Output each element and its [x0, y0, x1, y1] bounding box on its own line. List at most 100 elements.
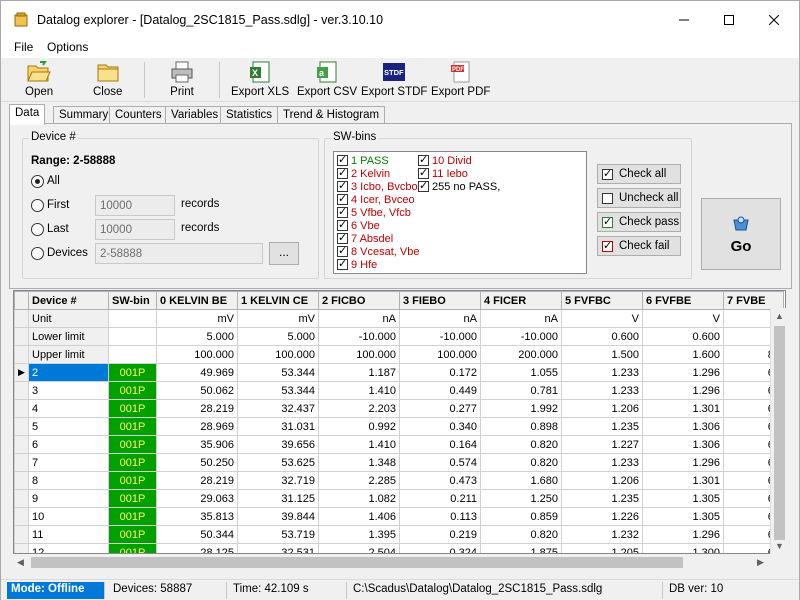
grid-cell[interactable]: 8: [28, 471, 109, 490]
grid-cell[interactable]: 1.305: [642, 507, 724, 526]
tab-statistics[interactable]: Statistics: [220, 106, 279, 124]
export-csv-button[interactable]: a Export CSV: [297, 60, 357, 100]
grid-cell[interactable]: 0.473: [399, 471, 481, 490]
row-header[interactable]: [14, 417, 29, 436]
swbin-item[interactable]: 255 no PASS,: [418, 179, 500, 193]
swbin-cell[interactable]: 001P: [108, 507, 157, 526]
grid-cell[interactable]: 39.844: [237, 507, 319, 526]
checkbox-icon[interactable]: [337, 231, 348, 244]
scroll-right-icon[interactable]: ▶: [757, 557, 764, 568]
grid-cell[interactable]: 1.306: [642, 417, 724, 436]
grid-cell[interactable]: 1.992: [480, 399, 562, 418]
menu-options[interactable]: Options: [47, 40, 88, 54]
swbin-item[interactable]: 5 Vfbe, Vfcb: [337, 205, 411, 219]
swbin-cell[interactable]: 001P: [108, 471, 157, 490]
grid-cell[interactable]: 1.301: [642, 471, 724, 490]
grid-cell[interactable]: 49.969: [156, 363, 238, 382]
row-header[interactable]: [14, 453, 29, 472]
grid-cell[interactable]: 1.875: [480, 543, 562, 553]
minimize-button[interactable]: [661, 1, 707, 38]
grid-cell[interactable]: 11: [28, 525, 109, 544]
grid-cell[interactable]: 0.164: [399, 435, 481, 454]
grid-cell[interactable]: 1.296: [642, 525, 724, 544]
grid-cell[interactable]: 1.300: [642, 543, 724, 553]
column-header[interactable]: SW-bin: [108, 291, 157, 310]
grid-cell[interactable]: 1.301: [642, 399, 724, 418]
grid-cell[interactable]: 1.206: [561, 471, 643, 490]
grid-cell[interactable]: 1.233: [561, 381, 643, 400]
column-header[interactable]: 6 FVFBE: [642, 291, 724, 310]
checkbox-icon[interactable]: [337, 192, 348, 205]
grid-cell[interactable]: 1.227: [561, 435, 643, 454]
grid-cell[interactable]: 0.781: [480, 381, 562, 400]
checkbox-icon[interactable]: [418, 166, 429, 179]
swbin-list[interactable]: 1 PASS2 Kelvin3 Icbo, Bvcbo4 Icer, Bvceo…: [333, 151, 587, 274]
checkbox-icon[interactable]: [337, 218, 348, 231]
grid-cell[interactable]: 6: [28, 435, 109, 454]
swbin-item[interactable]: 9 Hfe: [337, 257, 377, 271]
column-header[interactable]: 2 FICBO: [318, 291, 400, 310]
grid-cell[interactable]: 1.235: [561, 417, 643, 436]
row-header[interactable]: [14, 435, 29, 454]
radio-devices[interactable]: [31, 247, 44, 260]
scroll-down-icon[interactable]: ▼: [775, 541, 784, 551]
export-xls-button[interactable]: X Export XLS: [231, 60, 289, 100]
grid-cell[interactable]: 0.449: [399, 381, 481, 400]
devices-input[interactable]: [95, 243, 263, 264]
grid-cell[interactable]: 50.344: [156, 525, 238, 544]
grid-cell[interactable]: 0.898: [480, 417, 562, 436]
export-stdf-button[interactable]: STDF Export STDF: [361, 60, 427, 100]
table-row[interactable]: 12 001P 28.125 32.531 2.504 0.324 1.875 1.205 1.…: [14, 543, 784, 553]
grid-cell[interactable]: 53.625: [237, 453, 319, 472]
row-header[interactable]: [14, 507, 29, 526]
check-all-button[interactable]: Check all: [597, 164, 681, 184]
grid-cell[interactable]: 1.233: [561, 363, 643, 382]
swbin-item[interactable]: 8 Vcesat, Vbe: [337, 244, 420, 258]
scroll-up-icon[interactable]: ▲: [775, 311, 784, 321]
table-row[interactable]: 8 001P 28.219 32.719 2.285 0.473 1.680 1.206 1.3…: [14, 471, 784, 490]
vertical-scrollbar[interactable]: ▲ ▼: [770, 308, 787, 554]
grid-cell[interactable]: 3: [28, 381, 109, 400]
row-header[interactable]: [14, 471, 29, 490]
grid-cell[interactable]: 28.125: [156, 543, 238, 553]
row-header[interactable]: [14, 543, 29, 553]
table-row[interactable]: 3 001P 50.062 53.344 1.410 0.449 0.781 1.233 1.2…: [14, 381, 784, 400]
grid-cell[interactable]: 0.820: [480, 435, 562, 454]
tab-data[interactable]: Data: [9, 104, 46, 125]
grid-cell[interactable]: 1.410: [318, 381, 400, 400]
grid-cell[interactable]: 35.813: [156, 507, 238, 526]
grid-cell[interactable]: 32.531: [237, 543, 319, 553]
checkbox-icon[interactable]: [418, 179, 429, 192]
grid-cell[interactable]: 10: [28, 507, 109, 526]
grid-cell[interactable]: 7: [28, 453, 109, 472]
close-button[interactable]: Close: [93, 60, 122, 100]
grid-cell[interactable]: 1.226: [561, 507, 643, 526]
grid-cell[interactable]: 0.219: [399, 525, 481, 544]
grid-cell[interactable]: 0.277: [399, 399, 481, 418]
column-header[interactable]: 4 FICER: [480, 291, 562, 310]
grid-cell[interactable]: 29.063: [156, 489, 238, 508]
swbin-item[interactable]: 3 Icbo, Bvcbo: [337, 179, 418, 193]
radio-all[interactable]: [31, 175, 44, 188]
vertical-scroll-thumb[interactable]: [774, 326, 785, 540]
grid-cell[interactable]: 1.348: [318, 453, 400, 472]
current-row-indicator[interactable]: ▶: [14, 363, 29, 382]
swbin-item[interactable]: 4 Icer, Bvceo: [337, 192, 415, 206]
swbin-cell[interactable]: 001P: [108, 417, 157, 436]
grid-cell[interactable]: 39.656: [237, 435, 319, 454]
grid-cell[interactable]: 0.820: [480, 453, 562, 472]
open-button[interactable]: Open: [25, 60, 53, 100]
checkbox-icon[interactable]: [337, 166, 348, 179]
tab-summary[interactable]: Summary: [53, 106, 115, 124]
radio-last[interactable]: [31, 223, 44, 236]
table-row[interactable]: 7 001P 50.250 53.625 1.348 0.574 0.820 1.233 1.2…: [14, 453, 784, 472]
close-window-button[interactable]: [751, 1, 797, 38]
grid-cell[interactable]: 31.031: [237, 417, 319, 436]
grid-cell[interactable]: 2: [28, 363, 109, 382]
grid-cell[interactable]: 5: [28, 417, 109, 436]
column-header[interactable]: Device #: [28, 291, 109, 310]
grid-cell[interactable]: 0.340: [399, 417, 481, 436]
checkbox-icon[interactable]: [337, 257, 348, 270]
grid-cell[interactable]: 0.859: [480, 507, 562, 526]
tab-counters[interactable]: Counters: [109, 106, 168, 124]
